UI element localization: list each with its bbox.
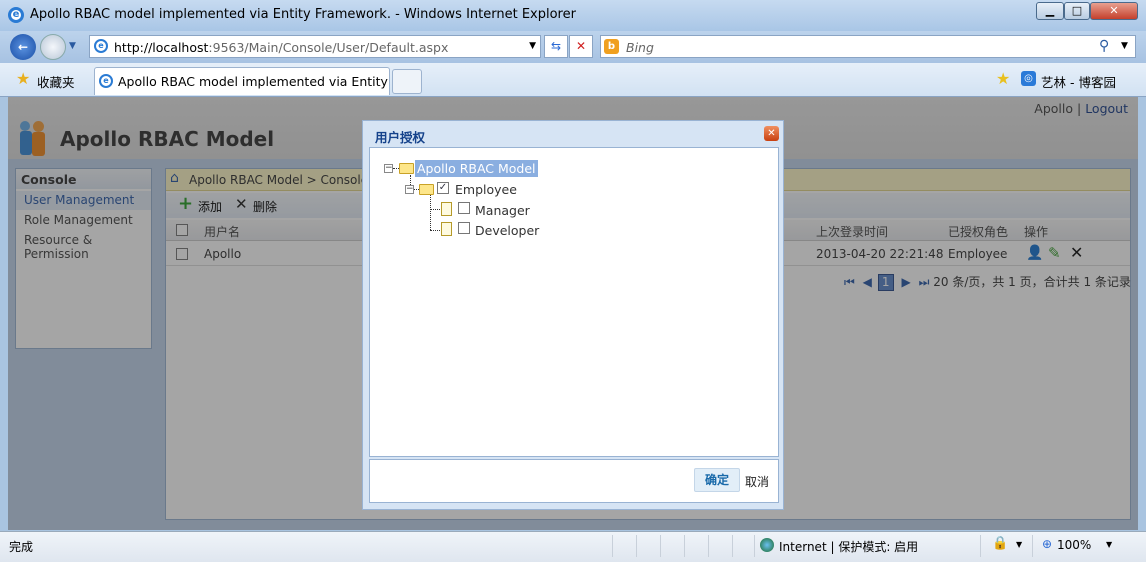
url-path: :9563/Main/Console/User/Default.aspx: [208, 40, 449, 55]
user-authorization-dialog: 用户授权 ✕ − Apollo RBAC Model − ✓ Employee …: [362, 120, 784, 510]
document-icon: [441, 222, 452, 236]
minimize-button[interactable]: ▁: [1036, 2, 1064, 20]
security-lock-icon[interactable]: 🔒: [992, 536, 1008, 551]
address-bar[interactable]: e http://localhost:9563/Main/Console/Use…: [89, 35, 541, 58]
zoom-dropdown-icon[interactable]: ▼: [1106, 540, 1112, 549]
globe-icon: [760, 538, 774, 552]
folder-icon: [419, 184, 434, 195]
ie-logo-icon: e: [8, 7, 24, 23]
url-host: http://localhost: [114, 40, 209, 55]
close-window-button[interactable]: ✕: [1090, 2, 1138, 20]
dialog-close-button[interactable]: ✕: [764, 126, 779, 141]
ok-button[interactable]: 确定: [694, 468, 740, 492]
collapse-employee-icon[interactable]: −: [405, 185, 414, 194]
browser-tab[interactable]: e Apollo RBAC model implemented via Enti…: [94, 67, 409, 95]
zoom-level[interactable]: 100%: [1057, 538, 1091, 552]
bing-icon: b: [604, 39, 619, 54]
add-favorite-icon[interactable]: ★: [996, 69, 1010, 88]
tab-ie-icon: e: [99, 74, 113, 88]
security-dropdown-icon[interactable]: ▼: [1016, 540, 1022, 549]
forward-button[interactable]: [40, 34, 66, 60]
maximize-button[interactable]: □: [1064, 2, 1090, 20]
refresh-button[interactable]: ⇆: [544, 35, 568, 58]
history-dropdown-icon[interactable]: ▼: [69, 41, 76, 51]
tree-root-node[interactable]: Apollo RBAC Model: [415, 160, 538, 177]
blog-icon: ◎: [1021, 71, 1036, 86]
back-button[interactable]: ←: [10, 34, 36, 60]
stop-button[interactable]: ✕: [569, 35, 593, 58]
folder-icon: [399, 163, 414, 174]
document-icon: [441, 202, 452, 216]
status-bar: 完成 Internet | 保护模式: 启用 🔒 ▼ ⊕ 100% ▼: [0, 531, 1146, 562]
collapse-root-icon[interactable]: −: [384, 164, 393, 173]
search-box[interactable]: b Bing ⚲ ▼: [600, 35, 1136, 58]
tree-node-employee[interactable]: Employee: [455, 182, 517, 197]
tab-title: Apollo RBAC model implemented via Entity…: [118, 74, 409, 89]
status-text: 完成: [9, 540, 34, 554]
zoom-icon: ⊕: [1042, 537, 1053, 551]
manager-checkbox[interactable]: [458, 202, 470, 214]
search-placeholder: Bing: [626, 40, 654, 55]
favorites-star-icon: ★: [16, 69, 31, 88]
tree-node-manager[interactable]: Manager: [475, 203, 530, 218]
search-dropdown-icon[interactable]: ▼: [1121, 41, 1128, 51]
search-icon[interactable]: ⚲: [1099, 38, 1109, 54]
window-titlebar: e Apollo RBAC model implemented via Enti…: [0, 0, 1146, 31]
url-text: http://localhost:9563/Main/Console/User/…: [114, 40, 448, 55]
address-dropdown-icon[interactable]: ▼: [529, 41, 536, 51]
page-icon: e: [94, 39, 108, 53]
favorites-button[interactable]: 收藏夹: [37, 72, 75, 91]
developer-checkbox[interactable]: [458, 222, 470, 234]
new-tab-button[interactable]: [392, 69, 422, 94]
security-zone[interactable]: Internet | 保护模式: 启用: [779, 538, 918, 555]
window-title: Apollo RBAC model implemented via Entity…: [30, 7, 576, 22]
employee-checkbox[interactable]: ✓: [437, 182, 449, 194]
dialog-footer: 确定 取消: [369, 459, 779, 503]
role-tree: − Apollo RBAC Model − ✓ Employee Manager…: [369, 147, 779, 457]
favorite-link[interactable]: 艺林 - 博客园: [1041, 72, 1116, 91]
dialog-title: 用户授权: [375, 130, 426, 145]
tree-node-developer[interactable]: Developer: [475, 223, 539, 238]
cancel-button[interactable]: 取消: [745, 473, 769, 490]
